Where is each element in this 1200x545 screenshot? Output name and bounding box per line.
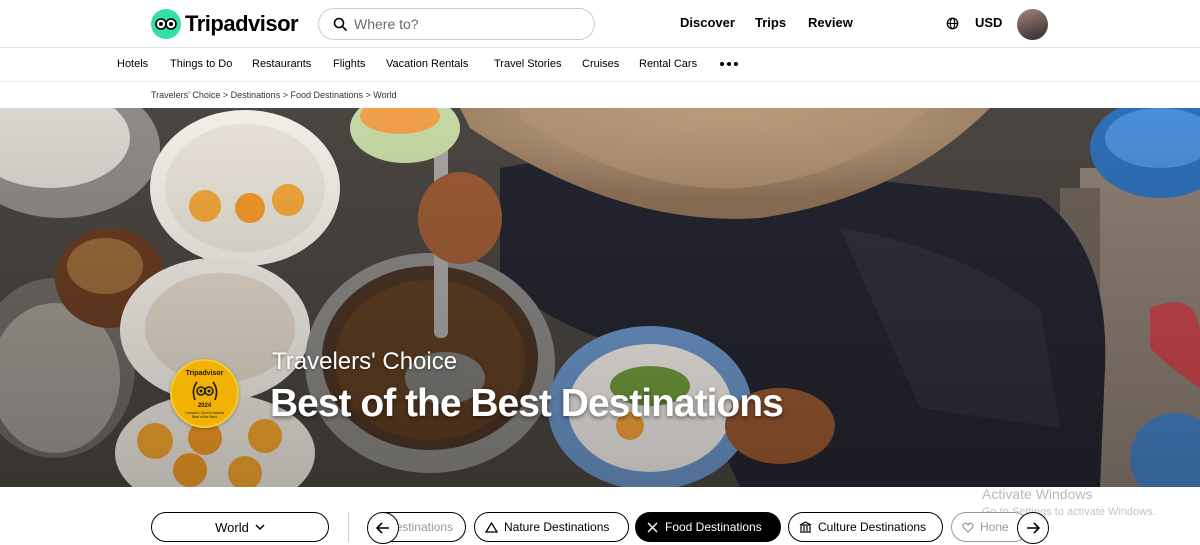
currency-selector[interactable]: USD [975, 15, 1002, 30]
hero-title: Best of the Best Destinations [270, 382, 784, 425]
utensils-icon [647, 522, 658, 532]
subnav-rental-cars[interactable]: Rental Cars [639, 58, 697, 70]
category-nav: Hotels Things to Do Restaurants Flights … [0, 48, 1200, 82]
region-dropdown[interactable]: World [151, 512, 329, 542]
laurel-owl-icon [192, 381, 218, 401]
badge-year: 2024 [197, 403, 212, 409]
top-header: Tripadvisor Discover Trips Review USD [0, 0, 1200, 48]
chevron-down-icon [255, 523, 265, 530]
user-avatar[interactable] [1017, 9, 1048, 40]
nav-review[interactable]: Review [808, 15, 853, 30]
filter-divider [348, 512, 349, 542]
region-label: World [215, 519, 249, 535]
chip-honeymoon-label: Hone [980, 520, 1009, 534]
subnav-travel-stories[interactable]: Travel Stories [494, 58, 561, 70]
travelers-choice-badge: Tripadvisor 2024 Travelers' Choice Award… [170, 359, 239, 428]
subnav-things-to-do[interactable]: Things to Do [170, 58, 232, 70]
subnav-vacation-rentals[interactable]: Vacation Rentals [386, 58, 468, 70]
badge-brand: Tripadvisor [185, 370, 224, 377]
nav-trips[interactable]: Trips [755, 15, 786, 30]
subnav-cruises[interactable]: Cruises [582, 58, 619, 70]
search-box[interactable] [318, 8, 595, 40]
chip-nature-label: Nature Destinations [504, 520, 610, 534]
museum-icon [799, 521, 812, 533]
badge-ring-text: Travelers' Choice Awards Best of the Bes… [184, 411, 225, 419]
subnav-hotels[interactable]: Hotels [117, 58, 148, 70]
heart-icon [962, 522, 974, 533]
globe-icon[interactable] [946, 17, 959, 30]
chip-culture-destinations[interactable]: Culture Destinations [788, 512, 943, 542]
category-filter-bar: World Destinations Nature Destinations F… [0, 487, 1200, 545]
hero-eyebrow: Travelers' Choice [272, 348, 458, 375]
scroll-right-button[interactable] [1017, 512, 1049, 544]
chip-food-label: Food Destinations [665, 520, 762, 534]
chip-nature-destinations[interactable]: Nature Destinations [474, 512, 629, 542]
breadcrumb[interactable]: Travelers' Choice > Destinations > Food … [151, 90, 397, 100]
scroll-left-button[interactable] [367, 512, 399, 544]
search-input[interactable] [354, 16, 574, 32]
tripadvisor-logo[interactable]: Tripadvisor [151, 9, 299, 39]
subnav-flights[interactable]: Flights [333, 58, 365, 70]
hero-banner: Tripadvisor 2024 Travelers' Choice Award… [0, 108, 1200, 487]
arrow-left-icon [376, 522, 389, 534]
arrow-right-icon [1027, 522, 1040, 534]
logo-wordmark: Tripadvisor [185, 11, 299, 36]
more-options-icon[interactable] [720, 62, 738, 66]
subnav-restaurants[interactable]: Restaurants [252, 58, 311, 70]
nav-discover[interactable]: Discover [680, 15, 735, 30]
hero-food-photo [0, 108, 1200, 487]
mountain-icon [485, 521, 498, 533]
search-icon [333, 17, 347, 31]
chip-culture-label: Culture Destinations [818, 520, 927, 534]
chip-food-destinations[interactable]: Food Destinations [635, 512, 781, 542]
owl-logo-icon [151, 9, 181, 39]
